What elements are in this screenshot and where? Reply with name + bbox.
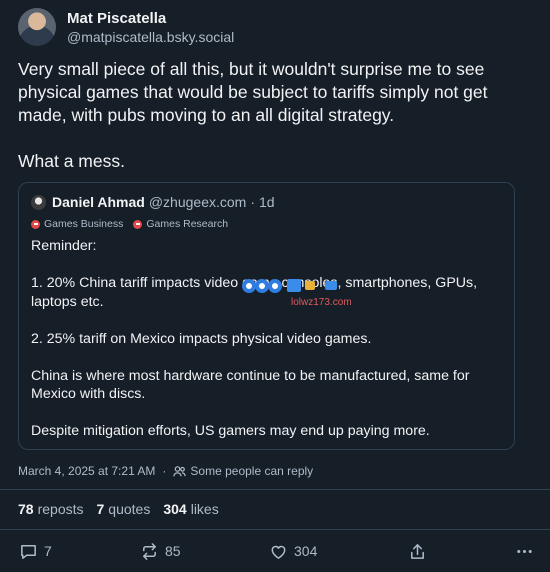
badge-label: Games Research [146,218,229,230]
divider [0,529,550,530]
reposts-label: reposts [37,501,84,517]
more-icon [517,549,532,553]
likes-count: 304 [163,501,187,517]
post-text: Very small piece of all this, but it wou… [18,59,488,171]
quoted-author-handle: @zhugeex.com [148,194,247,210]
likes-label: likes [190,501,219,517]
quotes-stat[interactable]: 7 quotes [97,501,151,517]
quotes-label: quotes [108,501,151,517]
badge-icon [31,219,40,229]
post-card: Mat Piscatella @matpiscatella.bsky.socia… [0,0,550,572]
reply-button[interactable]: 7 [19,540,52,562]
post-timestamp[interactable]: March 4, 2025 at 7:21 AM [18,464,155,478]
badge-icon [133,219,143,229]
badge-label: Games Business [44,218,124,230]
author-avatar[interactable] [18,8,56,46]
author-handle[interactable]: @matpiscatella.bsky.social [67,28,234,46]
like-button[interactable]: 304 [269,540,317,562]
reply-setting[interactable]: Some people can reply [190,464,313,478]
action-bar: 7 85 304 [0,540,550,564]
quoted-post-time: 1d [259,194,275,210]
engagement-stats: 78 reposts 7 quotes 304 likes [18,501,219,517]
quoted-post-header: Daniel Ahmad @zhugeex.com · 1d [31,194,275,210]
post-header: Mat Piscatella @matpiscatella.bsky.socia… [18,8,234,46]
quoted-author-name: Daniel Ahmad [52,194,145,210]
quoted-post[interactable]: Daniel Ahmad @zhugeex.com · 1d Games Bus… [18,182,515,450]
repost-count: 85 [165,543,181,559]
reposts-count: 78 [18,501,34,517]
badge-games-business: Games Business [31,218,123,230]
reply-count: 7 [44,543,52,559]
heart-icon [271,545,286,559]
quoted-post-text: Reminder: 1. 20% China tariff impacts vi… [31,238,478,439]
share-icon [411,543,424,559]
quotes-count: 7 [96,501,105,517]
divider [0,489,550,490]
share-button[interactable] [408,540,433,562]
quoted-author-avatar [31,194,46,210]
repost-button[interactable]: 85 [140,540,181,562]
reply-icon [21,544,36,559]
reposts-stat[interactable]: 78 reposts [18,501,84,517]
badge-games-research: Games Research [133,218,228,230]
quoted-author-badges: Games Business Games Research [31,218,228,230]
more-button[interactable] [515,540,540,562]
meta-separator: · [162,464,167,478]
post-meta: March 4, 2025 at 7:21 AM · Some people c… [18,464,313,478]
repost-icon [143,542,156,560]
quoted-separator: · [250,194,255,210]
author-name[interactable]: Mat Piscatella [67,9,234,28]
people-icon [173,465,187,476]
author-info: Mat Piscatella @matpiscatella.bsky.socia… [67,9,234,46]
likes-stat[interactable]: 304 likes [163,501,218,517]
like-count: 304 [294,543,318,559]
